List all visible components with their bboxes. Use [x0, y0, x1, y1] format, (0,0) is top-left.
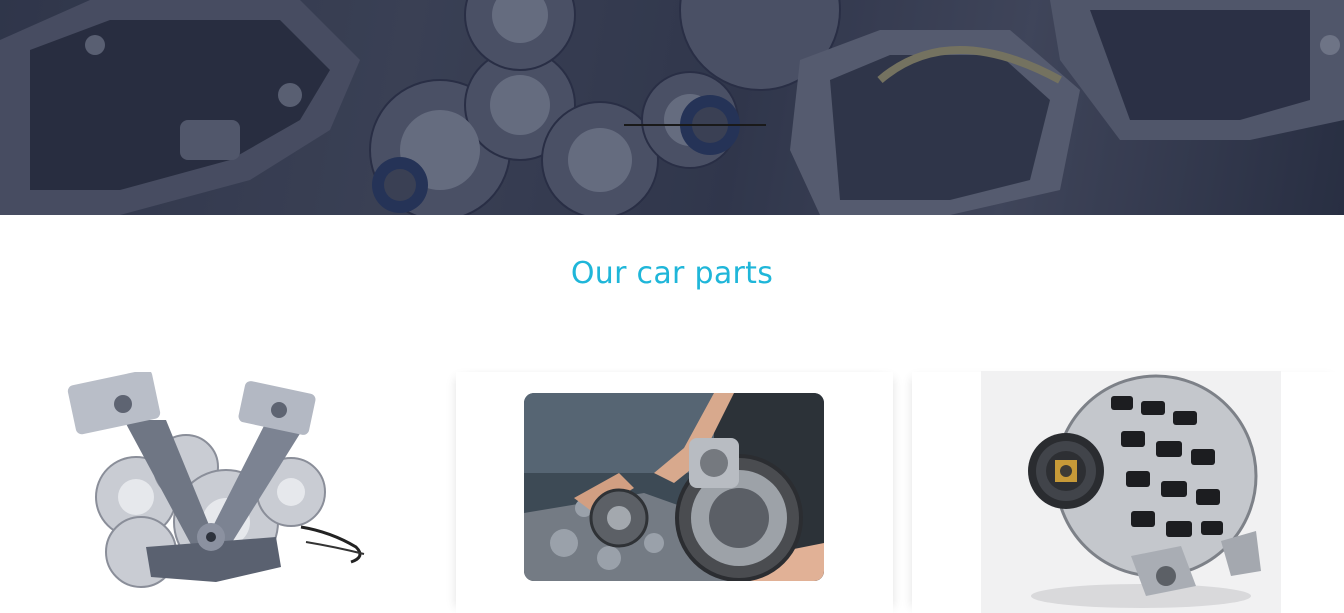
- gearbox-repair-image[interactable]: [524, 393, 824, 581]
- part-card-engine[interactable]: [0, 372, 437, 613]
- section-title: Our car parts: [570, 256, 774, 291]
- hero-divider-line: [624, 124, 766, 126]
- alternator-image[interactable]: [981, 371, 1281, 613]
- hero-banner: [0, 0, 1344, 215]
- part-card-alternator[interactable]: [912, 371, 1344, 613]
- part-card-gearbox[interactable]: [456, 372, 893, 613]
- engine-pistons-image[interactable]: [66, 372, 368, 602]
- hero-overlay: [0, 0, 1344, 215]
